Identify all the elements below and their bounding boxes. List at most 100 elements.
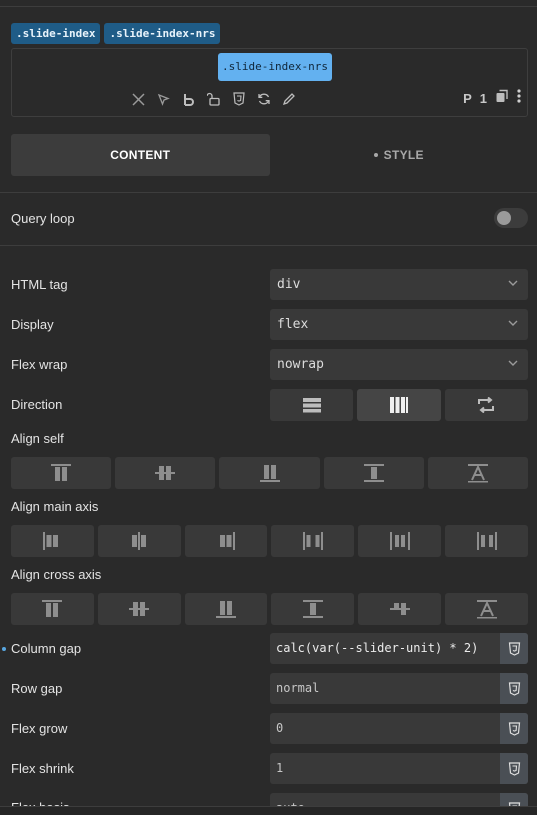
direction-row-button[interactable] — [357, 389, 441, 421]
tab-style[interactable]: STYLE — [270, 134, 529, 176]
column-gap-label: Column gap — [1, 641, 82, 656]
chevron-down-icon — [508, 320, 518, 326]
justify-end-button[interactable] — [184, 525, 268, 557]
pencil-icon[interactable] — [276, 89, 301, 109]
selector-toolbar — [126, 89, 301, 109]
toggle-knob — [497, 211, 511, 225]
class-tag-slide-index[interactable]: .slide-index — [11, 23, 101, 44]
direction-reverse-button[interactable] — [444, 389, 528, 421]
column-icon — [302, 398, 321, 413]
chevron-down-icon — [508, 280, 518, 286]
justify-center-button[interactable] — [97, 525, 181, 557]
class-tag-slide-index-nrs[interactable]: .slide-index-nrs — [104, 23, 221, 44]
direction-column-button[interactable] — [270, 389, 354, 421]
items-end-button[interactable] — [184, 593, 268, 625]
count-label: 1 — [479, 91, 487, 106]
items-text-button[interactable] — [445, 593, 528, 625]
flex-wrap-value: nowrap — [277, 357, 324, 372]
copy-icon[interactable] — [495, 89, 509, 108]
align-center-icon — [155, 466, 176, 480]
items-baseline-icon — [389, 603, 410, 615]
divider — [0, 245, 537, 246]
unlock-icon[interactable] — [201, 89, 226, 109]
row-gap-placeholder: normal — [276, 681, 320, 695]
html-tag-value: div — [277, 277, 301, 292]
css3-icon[interactable] — [500, 633, 528, 664]
justify-start-button[interactable] — [11, 525, 94, 557]
align-end-icon — [259, 465, 280, 482]
justify-around-icon — [389, 532, 410, 550]
items-stretch-button[interactable] — [271, 593, 355, 625]
selector-right-tools: P 1 — [463, 89, 521, 108]
items-baseline-button[interactable] — [358, 593, 442, 625]
align-self-center-button[interactable] — [115, 457, 216, 489]
flex-grow-label: Flex grow — [11, 721, 68, 736]
direction-label: Direction — [11, 397, 63, 412]
chevron-down-icon — [508, 360, 518, 366]
html-tag-label: HTML tag — [11, 277, 68, 292]
align-main-axis-control — [11, 525, 528, 557]
display-value: flex — [277, 317, 309, 332]
query-loop-label: Query loop — [11, 211, 75, 226]
justify-center-icon — [132, 532, 147, 550]
display-select[interactable]: flex — [270, 309, 528, 340]
items-start-icon — [42, 600, 63, 617]
align-self-start-button[interactable] — [11, 457, 112, 489]
row-gap-label: Row gap — [11, 681, 63, 696]
flex-shrink-label: Flex shrink — [11, 761, 74, 776]
css3-icon[interactable] — [500, 753, 528, 784]
html-tag-select[interactable]: div — [270, 269, 528, 300]
refresh-icon[interactable] — [251, 89, 276, 109]
panel-tabs: CONTENT STYLE — [11, 134, 528, 176]
more-vertical-icon[interactable] — [517, 89, 521, 108]
flex-wrap-label: Flex wrap — [11, 357, 68, 372]
reverse-icon — [478, 397, 495, 413]
align-self-stretch-button[interactable] — [323, 457, 424, 489]
tab-content[interactable]: CONTENT — [11, 134, 270, 176]
items-start-button[interactable] — [11, 593, 94, 625]
align-cross-axis-control — [11, 593, 528, 625]
align-cross-axis-label: Align cross axis — [11, 567, 102, 582]
tab-style-label: STYLE — [383, 148, 424, 162]
align-stretch-icon — [363, 464, 384, 482]
align-start-icon — [51, 464, 72, 481]
display-label: Display — [11, 317, 54, 332]
row-icon — [389, 397, 408, 413]
top-divider — [0, 6, 537, 7]
css3-icon[interactable] — [226, 89, 251, 109]
close-icon[interactable] — [126, 89, 151, 109]
justify-between-icon — [302, 532, 323, 550]
flex-grow-placeholder: 0 — [276, 721, 284, 735]
items-center-button[interactable] — [97, 593, 181, 625]
cursor-icon[interactable] — [151, 89, 176, 109]
row-gap-input[interactable]: normal — [270, 673, 528, 704]
column-gap-input[interactable]: calc(var(--slider-unit) * 2) — [270, 633, 528, 664]
align-self-label: Align self — [11, 431, 64, 446]
bottom-bar — [0, 807, 537, 815]
selector-input-box[interactable]: .slide-index-nrs P 1 — [11, 48, 528, 117]
css3-icon[interactable] — [500, 673, 528, 704]
flex-shrink-placeholder: 1 — [276, 761, 284, 775]
align-self-baseline-button[interactable] — [427, 457, 529, 489]
query-loop-toggle[interactable] — [494, 208, 528, 228]
active-class-chip[interactable]: .slide-index-nrs — [218, 53, 332, 81]
align-main-axis-label: Align main axis — [11, 499, 99, 514]
items-center-icon — [129, 602, 150, 616]
css3-icon[interactable] — [500, 713, 528, 744]
p-label[interactable]: P — [463, 91, 472, 106]
justify-evenly-button[interactable] — [445, 525, 528, 557]
justify-start-icon — [43, 532, 59, 550]
divider — [0, 192, 537, 193]
flex-shrink-input[interactable]: 1 — [270, 753, 528, 784]
align-self-control — [11, 457, 529, 489]
align-self-end-button[interactable] — [219, 457, 320, 489]
flex-wrap-select[interactable]: nowrap — [270, 349, 528, 380]
flex-grow-input[interactable]: 0 — [270, 713, 528, 744]
items-end-icon — [216, 601, 237, 618]
justify-between-button[interactable] — [271, 525, 355, 557]
style-modified-dot — [373, 153, 378, 157]
justify-around-button[interactable] — [358, 525, 442, 557]
bold-b-icon[interactable] — [176, 89, 201, 109]
align-baseline-icon — [467, 464, 488, 483]
justify-evenly-icon — [476, 532, 497, 550]
